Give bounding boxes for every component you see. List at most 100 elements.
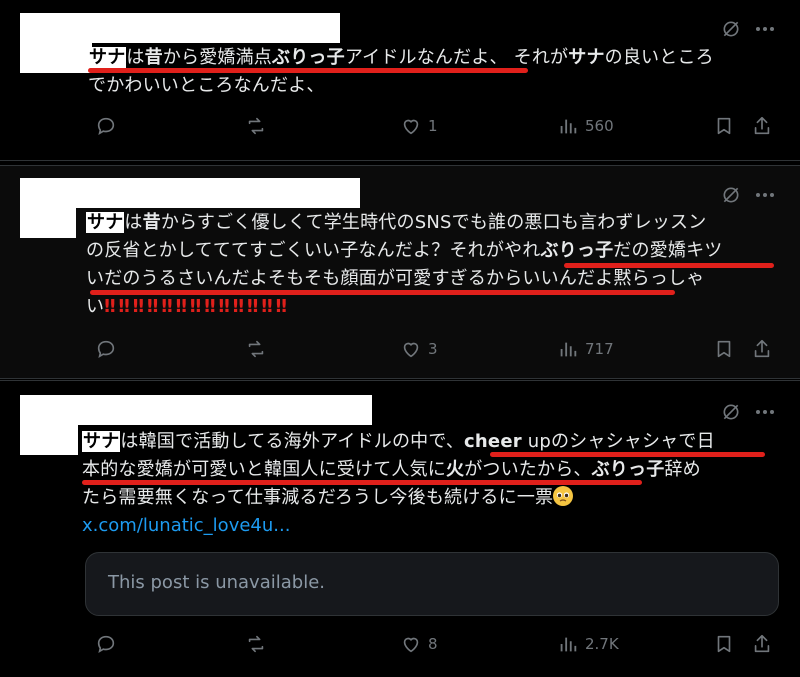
reply-icon xyxy=(95,338,117,360)
repost-icon xyxy=(245,115,267,137)
like-icon xyxy=(400,115,422,137)
red-underline xyxy=(490,452,765,457)
text-segment: 火 xyxy=(446,459,465,480)
repost-button[interactable] xyxy=(245,338,273,360)
post-2-action-bar: 3 717 xyxy=(95,338,785,364)
post-1-top-actions xyxy=(720,18,776,40)
text-segment: upのシャシャシャで日 xyxy=(521,431,715,452)
post-1[interactable]: サナは昔から愛嬌満点ぶりっ子アイドルなんだよ、 それがサナの良いところ でかわい… xyxy=(0,0,800,161)
post-text-line: サナは昔からすごく優しくて学生時代のSNSでも誰の悪口も言わずレッスン xyxy=(86,210,706,236)
repost-icon xyxy=(245,633,267,655)
post-1-action-bar: 1 560 xyxy=(95,115,785,141)
post-3-action-bar: 8 2.7K xyxy=(95,633,785,659)
grok-icon[interactable] xyxy=(720,18,742,40)
views-button[interactable]: 2.7K xyxy=(557,633,619,655)
reply-icon xyxy=(95,115,117,137)
avatar-redacted xyxy=(20,395,78,455)
post-3-top-actions xyxy=(720,401,776,423)
avatar-redacted xyxy=(20,178,76,238)
text-segment: ぶりっ子 xyxy=(272,47,345,68)
highlighted-name: サナ xyxy=(86,212,125,233)
text-segment: 本的な愛嬌が可愛いと韓国人に受けて人気に xyxy=(82,459,446,480)
red-underline xyxy=(564,263,774,268)
post-3[interactable]: サナは韓国で活動してる海外アイドルの中で、cheer upのシャシャシャで日 本… xyxy=(0,380,800,677)
text-segment: 昔 xyxy=(142,212,161,233)
reply-icon xyxy=(95,633,117,655)
text-segment: いだのうるさいんだよそもそも顔面が可愛すぎるからいいんだよ黙らっしゃ xyxy=(86,268,705,289)
reply-button[interactable] xyxy=(95,338,123,360)
text-segment: からすごく優しくて学生時代のSNSでも誰の悪口も言わずレッスン xyxy=(160,212,707,233)
views-icon xyxy=(557,633,579,655)
text-segment: サナ xyxy=(568,47,605,68)
post-2[interactable]: サナは昔からすごく優しくて学生時代のSNSでも誰の悪口も言わずレッスン の反省と… xyxy=(0,165,800,379)
text-segment: ぶりっ子 xyxy=(591,459,665,480)
share-button[interactable] xyxy=(751,633,773,655)
exclamation-marks: ‼︎‼︎‼︎‼︎‼︎‼︎‼︎‼︎‼︎‼︎‼︎‼︎‼︎ xyxy=(104,296,290,317)
red-underline xyxy=(88,68,528,73)
post-text-line: たら需要無くなって仕事減るだろうし今後も続けるに一票 xyxy=(82,485,574,511)
post-text-line: の反省とかしてててすごくいい子なんだよ？それがやれぶりっ子だの愛嬌キツ xyxy=(86,238,722,264)
more-options-icon[interactable] xyxy=(754,18,776,40)
grok-icon[interactable] xyxy=(720,401,742,423)
like-button[interactable]: 1 xyxy=(400,115,438,137)
bookmark-icon xyxy=(713,338,735,360)
repost-button[interactable] xyxy=(245,115,273,137)
views-button[interactable]: 560 xyxy=(557,115,614,137)
like-icon xyxy=(400,338,422,360)
views-count: 717 xyxy=(585,340,614,358)
post-text-line: でかわいいところなんだよ、 xyxy=(88,73,325,99)
more-options-icon[interactable] xyxy=(754,184,776,206)
like-button[interactable]: 3 xyxy=(400,338,438,360)
reply-button[interactable] xyxy=(95,115,123,137)
share-button[interactable] xyxy=(751,115,773,137)
like-count: 8 xyxy=(428,635,438,653)
text-segment: ぶりっ子 xyxy=(540,240,614,261)
views-icon xyxy=(557,115,579,137)
share-icon xyxy=(751,633,773,655)
post-2-top-actions xyxy=(720,184,776,206)
text-segment: がついたから、 xyxy=(464,459,592,480)
text-segment: の良いところ xyxy=(604,47,714,68)
bookmark-icon xyxy=(713,633,735,655)
like-count: 3 xyxy=(428,340,438,358)
pleading-face-emoji-icon xyxy=(553,486,574,506)
reply-button[interactable] xyxy=(95,633,123,655)
bookmark-button[interactable] xyxy=(713,115,735,137)
text-segment: cheer xyxy=(464,431,522,452)
repost-icon xyxy=(245,338,267,360)
views-icon xyxy=(557,338,579,360)
highlighted-name: サナ xyxy=(82,431,121,452)
like-count: 1 xyxy=(428,117,438,135)
quoted-post-unavailable: This post is unavailable. xyxy=(85,552,779,616)
text-segment: でかわいいところなんだよ、 xyxy=(88,75,325,96)
avatar-redacted xyxy=(20,13,92,73)
more-options-icon[interactable] xyxy=(754,401,776,423)
like-button[interactable]: 8 xyxy=(400,633,438,655)
red-underline xyxy=(90,290,675,295)
bookmark-button[interactable] xyxy=(713,633,735,655)
bookmark-button[interactable] xyxy=(713,338,735,360)
text-segment: は xyxy=(126,47,145,68)
text-segment: 辞め xyxy=(664,459,701,480)
text-segment: 昔 xyxy=(144,47,163,68)
text-segment: は xyxy=(124,212,143,233)
like-icon xyxy=(400,633,422,655)
repost-button[interactable] xyxy=(245,633,273,655)
grok-icon[interactable] xyxy=(720,184,742,206)
views-count: 2.7K xyxy=(585,635,619,653)
text-segment: い xyxy=(86,296,105,317)
highlighted-name: サナ xyxy=(88,47,127,68)
text-segment: から愛嬌満点 xyxy=(162,47,273,68)
text-segment: だの愛嬌キツ xyxy=(613,240,723,261)
share-button[interactable] xyxy=(751,338,773,360)
post-text-line: いだのうるさいんだよそもそも顔面が可愛すぎるからいいんだよ黙らっしゃ xyxy=(86,266,704,292)
views-button[interactable]: 717 xyxy=(557,338,614,360)
post-link[interactable]: x.com/lunatic_love4u... xyxy=(82,515,290,536)
bookmark-icon xyxy=(713,115,735,137)
share-icon xyxy=(751,115,773,137)
text-segment: は韓国で活動してる海外アイドルの中で、 xyxy=(120,431,465,452)
text-segment: アイドルなんだよ、 それが xyxy=(344,47,569,68)
unavailable-message: This post is unavailable. xyxy=(108,572,325,593)
share-icon xyxy=(751,338,773,360)
post-text-line: い‼︎‼︎‼︎‼︎‼︎‼︎‼︎‼︎‼︎‼︎‼︎‼︎‼︎ xyxy=(86,294,290,320)
